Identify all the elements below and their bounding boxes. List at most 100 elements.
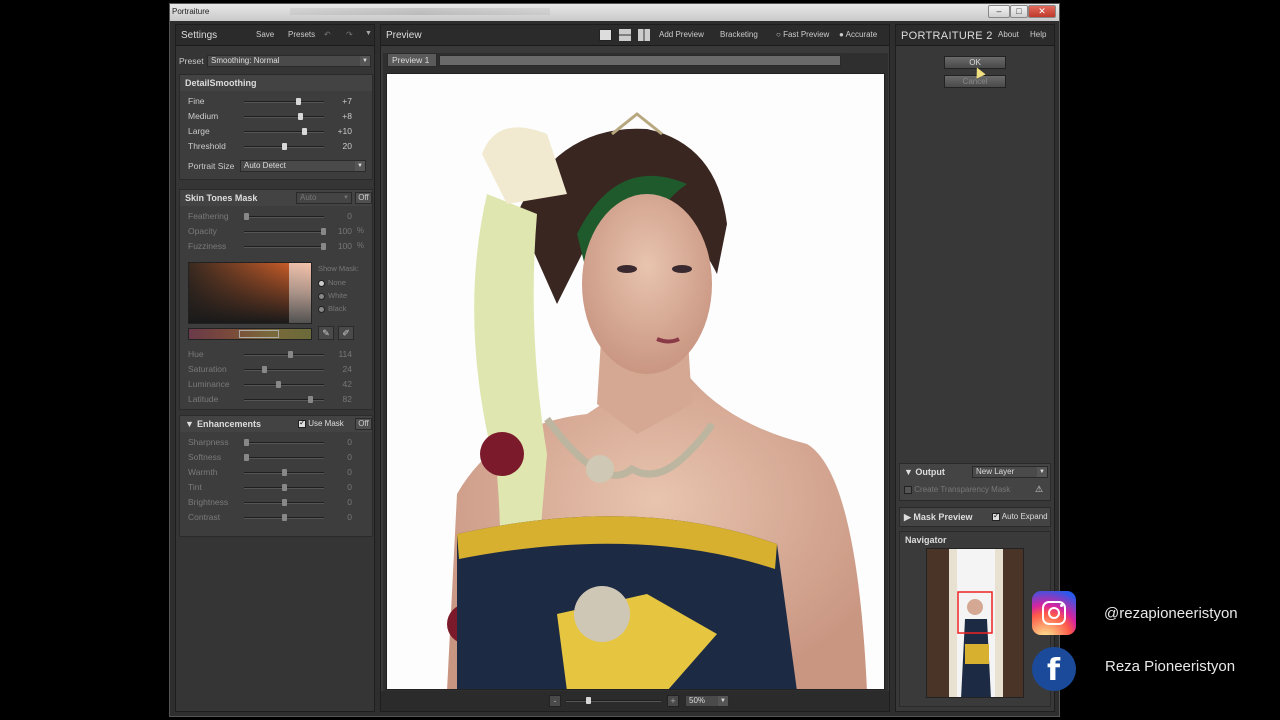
split-vertical-icon[interactable] [638,29,650,41]
medium-slider[interactable] [244,113,324,120]
add-preview-button[interactable]: Add Preview [659,30,704,39]
single-view-icon[interactable] [599,29,612,41]
detail-smoothing-title: DetailSmoothing [185,78,257,88]
enhancements-header: ▼ Enhancements Use Mask Off [180,416,372,432]
eyedropper-icon[interactable]: ✎ [318,326,334,340]
slider-knob[interactable] [244,439,249,446]
output-header[interactable]: ▼ Output [904,467,945,477]
portrait-size-dropdown[interactable]: Auto Detect ▼ [240,160,366,172]
slider-row-medium: Medium +8 [180,110,372,124]
slider-knob[interactable] [296,98,301,105]
slider-knob[interactable] [321,228,326,235]
zoom-slider[interactable] [566,697,661,704]
saturation-slider[interactable] [244,366,324,373]
tint-slider[interactable] [244,484,324,491]
enhancements-title: Enhancements [197,419,262,429]
slider-knob[interactable] [302,128,307,135]
slider-knob[interactable] [282,484,287,491]
threshold-slider[interactable] [244,143,324,150]
luminance-slider[interactable] [244,381,324,388]
navigator-thumbnail[interactable] [926,548,1024,698]
slider-label: Luminance [188,379,230,389]
close-button[interactable]: ✕ [1028,5,1056,18]
help-button[interactable]: Help [1030,30,1046,39]
expand-triangle-icon[interactable]: ▼ [185,419,194,429]
slider-label: Tint [188,482,202,492]
fuzziness-slider[interactable] [244,243,326,250]
slider-knob[interactable] [282,469,287,476]
undo-icon[interactable]: ↶ [324,30,331,39]
large-slider[interactable] [244,128,324,135]
slider-row-sharpness: Sharpness 0 [180,436,372,450]
slider-value: +7 [342,96,352,106]
skin-mode-dropdown[interactable]: Auto ▼ [296,192,352,204]
mask-white-radio[interactable]: White [318,291,347,300]
enhance-off-button[interactable]: Off [355,418,372,430]
settings-menu-icon[interactable]: ▼ [365,30,372,37]
hue-slider[interactable] [244,351,324,358]
fine-slider[interactable] [244,98,324,105]
fast-preview-radio[interactable]: ○ Fast Preview [776,30,829,39]
feathering-slider[interactable] [244,213,324,220]
split-horizontal-icon[interactable] [619,29,631,41]
slider-knob[interactable] [282,499,287,506]
slider-value: 100 [337,226,352,236]
slider-knob[interactable] [262,366,267,373]
minimize-button[interactable]: – [988,5,1010,18]
mask-black-radio[interactable]: Black [318,304,346,313]
use-mask-checkbox[interactable]: Use Mask [298,418,344,428]
chevron-down-icon: ▼ [355,161,365,171]
slider-knob[interactable] [288,351,293,358]
slider-knob[interactable] [308,396,313,403]
slider-knob[interactable] [244,213,249,220]
zoom-out-button[interactable]: - [549,695,561,707]
contrast-slider[interactable] [244,514,324,521]
accurate-radio[interactable]: ● Accurate [839,30,877,39]
slider-knob[interactable] [321,243,326,250]
slider-knob[interactable] [282,514,287,521]
slider-knob[interactable] [298,113,303,120]
maximize-button[interactable]: □ [1010,5,1028,18]
tab-preview-1[interactable]: Preview 1 [387,53,437,67]
mask-none-radio[interactable]: None [318,278,346,287]
mask-preview-header[interactable]: ▶ Mask Preview [904,512,972,523]
hue-selection[interactable] [239,330,279,338]
slider-row-tint: Tint 0 [180,481,372,495]
brightness-slider[interactable] [244,499,324,506]
slider-knob[interactable] [276,381,281,388]
skin-color-picker[interactable] [188,262,312,324]
sharpness-slider[interactable] [244,439,324,446]
navigator-image [927,549,1023,697]
zoom-knob[interactable] [586,697,591,704]
warmth-slider[interactable] [244,469,324,476]
slider-value: 24 [342,364,352,374]
zoom-bar: - + 50% ▼ [381,691,889,711]
fast-preview-label: Fast Preview [783,30,830,39]
presets-button[interactable]: Presets [288,30,315,39]
output-dropdown[interactable]: New Layer ▼ [972,466,1048,478]
enhancements-section: ▼ Enhancements Use Mask Off Sharpness 0 … [179,415,373,537]
skin-off-button[interactable]: Off [355,192,372,204]
slider-row-large: Large +10 [180,125,372,139]
redo-icon[interactable]: ↷ [346,30,353,39]
preview-photo[interactable] [386,73,885,690]
instagram-icon [1032,591,1076,635]
transparency-checkbox[interactable]: Create Transparency Mask [904,485,1010,494]
slider-value: 0 [347,452,352,462]
latitude-slider[interactable] [244,396,324,403]
zoom-in-button[interactable]: + [667,695,679,707]
about-button[interactable]: About [998,30,1019,39]
slider-label: Fuzziness [188,241,227,251]
save-button[interactable]: Save [256,30,274,39]
preset-dropdown[interactable]: Smoothing: Normal ▼ [207,55,371,67]
auto-expand-checkbox[interactable]: Auto Expand [992,511,1048,521]
slider-knob[interactable] [244,454,249,461]
preview-area: Preview 1 [383,53,888,693]
bracketing-button[interactable]: Bracketing [720,30,758,39]
softness-slider[interactable] [244,454,324,461]
slider-knob[interactable] [282,143,287,150]
opacity-slider[interactable] [244,228,326,235]
hue-band[interactable] [188,328,312,340]
zoom-dropdown[interactable]: 50% ▼ [685,695,729,707]
eyedropper-add-icon[interactable]: ✐ [338,326,354,340]
